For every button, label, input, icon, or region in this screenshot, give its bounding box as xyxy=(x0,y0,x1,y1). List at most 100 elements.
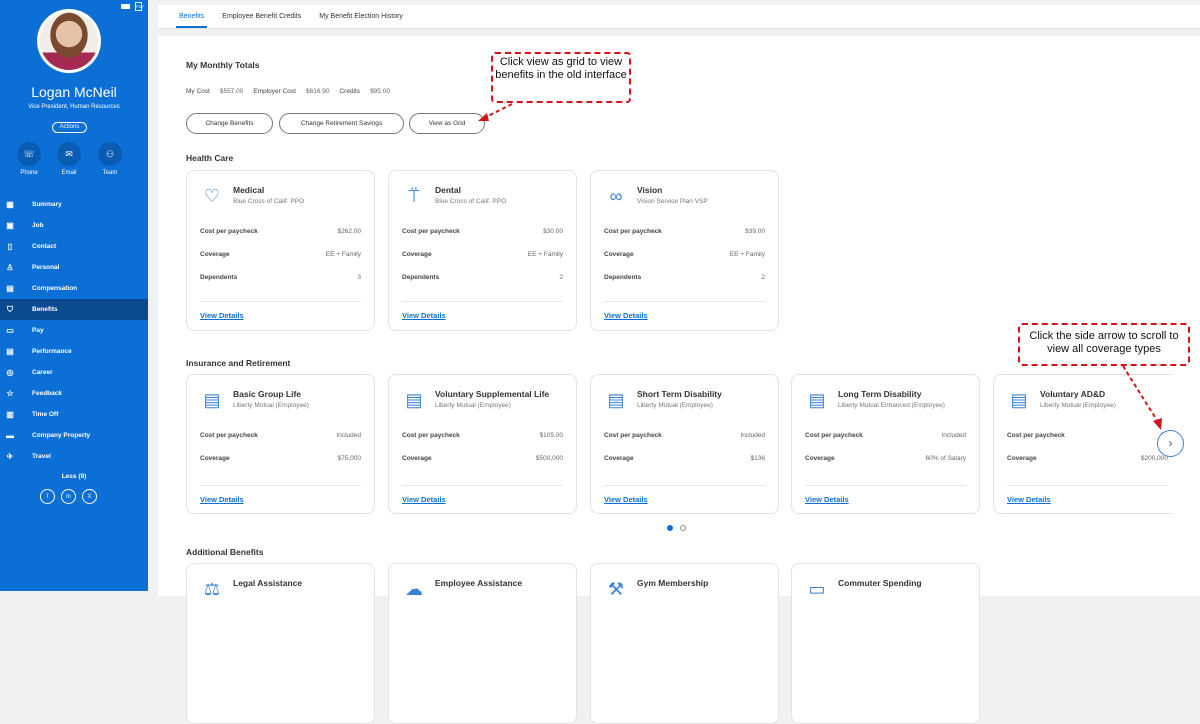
employer-cost-value: $616.90 xyxy=(305,88,330,95)
tab-bar: Benefits Employee Benefit Credits My Benef… xyxy=(158,5,1200,29)
card-divider xyxy=(200,301,361,302)
view-as-grid-button[interactable]: View as Grid xyxy=(409,113,485,134)
pagination-dot[interactable] xyxy=(667,525,673,531)
card-title: Legal Assistance xyxy=(233,578,303,588)
card-row-value: EE + Family xyxy=(729,251,765,258)
annotation-grid-note: Click view as grid to view benefits in t… xyxy=(491,52,631,103)
card-row-value: $75,000 xyxy=(337,455,362,462)
benefit-card: ∞ Vision Vision Service Plan VSP Cost per p… xyxy=(590,170,779,331)
sidebar-item-benefits[interactable]: ⛉ Benefits xyxy=(0,299,148,320)
card-row-label: Dependents xyxy=(604,274,642,281)
sidebar-item-performance[interactable]: ▤ Performance xyxy=(0,341,148,362)
insurance-title: Insurance and Retirement xyxy=(186,358,291,368)
quick-action-email[interactable]: ✉ Email xyxy=(49,142,89,176)
card-row-value: $136 xyxy=(750,455,765,462)
battery-icon xyxy=(121,4,130,9)
pdf-icon[interactable]: PDF xyxy=(135,2,144,11)
sidebar-item-label: Personal xyxy=(32,264,60,271)
sidebar-item-label: Feedback xyxy=(32,390,62,397)
sidebar-item-contact[interactable]: ▯ Contact xyxy=(0,236,148,257)
view-details-link[interactable]: View Details xyxy=(402,495,446,504)
compensation-icon: ▤ xyxy=(6,284,14,293)
sidebar-item-compensation[interactable]: ▤ Compensation xyxy=(0,278,148,299)
view-details-link[interactable]: View Details xyxy=(402,311,446,320)
view-details-link[interactable]: View Details xyxy=(200,311,244,320)
card-row-value: Included xyxy=(336,432,361,439)
sidebar: PDF Logan McNeil Vice President, Human R… xyxy=(0,0,148,591)
sidebar-item-summary[interactable]: ▦ Summary xyxy=(0,194,148,215)
annotation-arrow-note: Click the side arrow to scroll to view a… xyxy=(1018,323,1190,366)
card-provider: Liberty Mutual (Employee) xyxy=(435,402,511,409)
benefit-card: ⚒ Gym Membership xyxy=(590,563,779,724)
pagination-dot[interactable] xyxy=(680,525,686,531)
card-title: Gym Membership xyxy=(637,578,709,588)
view-details-link[interactable]: View Details xyxy=(604,495,648,504)
card-row: Cost per paycheck $105.00 xyxy=(402,432,563,439)
card-row: Dependents 3 xyxy=(200,274,361,281)
quick-action-label: Email xyxy=(61,170,77,176)
plane-icon: ✈ xyxy=(6,452,14,461)
tab-benefits[interactable]: Benefits xyxy=(170,5,213,28)
card-title: Long Term Disability xyxy=(838,389,922,399)
benefit-card: ☁ Employee Assistance xyxy=(388,563,577,724)
card-divider xyxy=(604,485,765,486)
sidebar-item-career[interactable]: ◎ Career xyxy=(0,362,148,383)
sidebar-item-label: Performance xyxy=(32,348,72,355)
view-details-link[interactable]: View Details xyxy=(805,495,849,504)
sidebar-item-job[interactable]: ▣ Job xyxy=(0,215,148,236)
sidebar-item-label: Summary xyxy=(32,201,62,208)
employer-cost-label: Employer Cost xyxy=(253,88,296,95)
card-row-label: Coverage xyxy=(805,455,835,462)
facebook-icon[interactable]: f xyxy=(40,489,55,504)
card-provider: Liberty Mutual (Employee) xyxy=(637,402,713,409)
sidebar-item-travel[interactable]: ✈ Travel xyxy=(0,446,148,467)
card-row: Coverage $75,000 xyxy=(200,455,361,462)
card-row-value: 3 xyxy=(357,274,361,281)
sidebar-item-time-off[interactable]: ▥ Time Off xyxy=(0,404,148,425)
card-title: Vision xyxy=(637,185,663,195)
change-benefits-button[interactable]: Change Benefits xyxy=(186,113,273,134)
card-title: Dental xyxy=(435,185,461,195)
benefit-card: ♡ Medical Blue Cross of Calif. PPO Cost per… xyxy=(186,170,375,331)
card-row: Dependents 2 xyxy=(402,274,563,281)
card-row-label: Coverage xyxy=(604,455,634,462)
policy-scroll-icon: ▤ xyxy=(203,390,221,410)
quick-action-team[interactable]: ⚇ Team xyxy=(90,142,130,176)
briefcase-icon: ▣ xyxy=(6,221,14,230)
sidebar-item-label: Career xyxy=(32,369,53,376)
profile-role: Vice President, Human Resources xyxy=(28,104,120,110)
tab-my-benefit-election-history[interactable]: My Benefit Election History xyxy=(310,5,412,28)
actions-button[interactable]: Actions xyxy=(52,122,87,133)
card-row-value: 2 xyxy=(761,274,765,281)
my-cost-value: $557.00 xyxy=(219,88,244,95)
card-divider xyxy=(402,485,563,486)
sidebar-item-company-property[interactable]: ▬ Company Property xyxy=(0,425,148,446)
card-divider xyxy=(604,301,765,302)
view-details-link[interactable]: View Details xyxy=(604,311,648,320)
top-icons: PDF xyxy=(121,2,144,11)
sidebar-item-feedback[interactable]: ☆ Feedback xyxy=(0,383,148,404)
view-details-link[interactable]: View Details xyxy=(1007,495,1051,504)
carousel-next-button[interactable]: › xyxy=(1157,430,1184,457)
card-row-label: Coverage xyxy=(402,455,432,462)
linkedin-icon[interactable]: in xyxy=(61,489,76,504)
card-row-label: Coverage xyxy=(1007,455,1037,462)
card-row: Cost per paycheck $39.00 xyxy=(604,228,765,235)
view-details-link[interactable]: View Details xyxy=(200,495,244,504)
policy-scroll-icon: ▤ xyxy=(808,390,826,410)
card-row-value: $262.00 xyxy=(337,228,362,235)
tab-employee-benefit-credits[interactable]: Employee Benefit Credits xyxy=(213,5,310,28)
less-link[interactable]: Less (9) xyxy=(0,473,148,480)
monthly-totals: My Cost $557.00 Employer Cost $616.90 Cr… xyxy=(186,88,390,95)
sidebar-item-personal[interactable]: ♙ Personal xyxy=(0,257,148,278)
heart-icon: ♡ xyxy=(203,186,221,206)
card-row-label: Cost per paycheck xyxy=(1007,432,1065,439)
benefit-card: ▤ Voluntary AD&D Liberty Mutual (Employee)… xyxy=(993,374,1182,514)
card-row: Coverage $500,000 xyxy=(402,455,563,462)
sidebar-item-pay[interactable]: ▭ Pay xyxy=(0,320,148,341)
social-links: f in X xyxy=(40,489,97,504)
health-care-title: Health Care xyxy=(186,153,234,163)
change-retirement-savings-button[interactable]: Change Retirement Savings xyxy=(279,113,404,134)
x-icon[interactable]: X xyxy=(82,489,97,504)
quick-action-phone[interactable]: ☏ Phone xyxy=(9,142,49,176)
